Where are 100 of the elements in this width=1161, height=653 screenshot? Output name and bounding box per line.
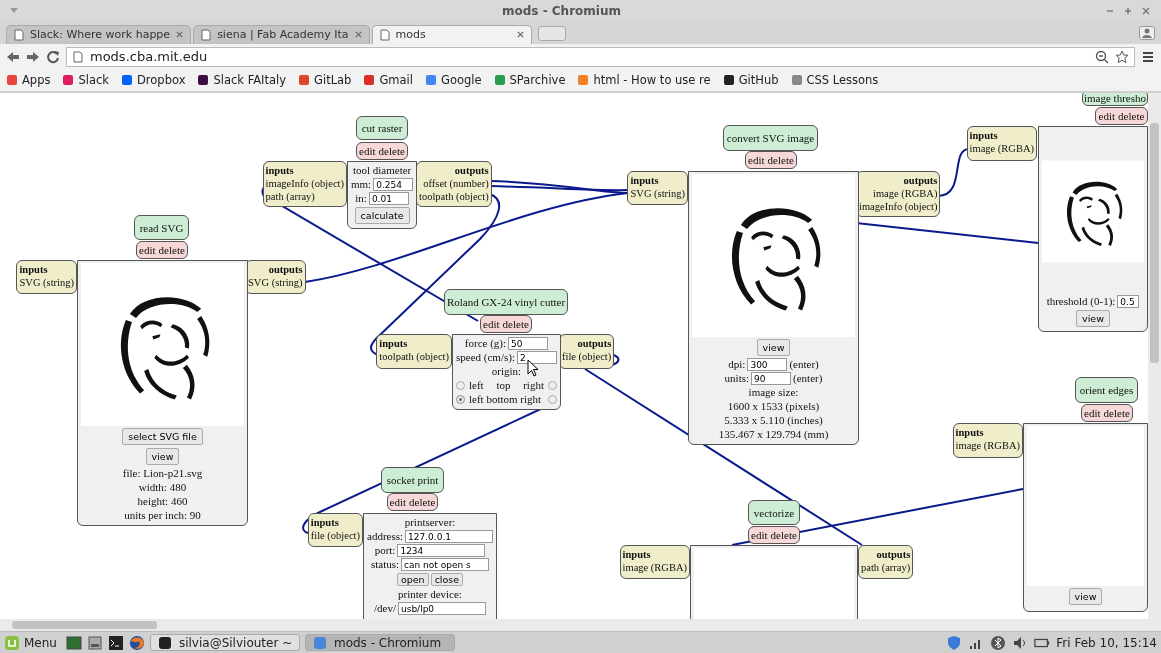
- port-label[interactable]: imageInfo (object): [265, 177, 344, 191]
- close-icon[interactable]: [175, 30, 185, 40]
- input-field[interactable]: 0.5: [1117, 295, 1140, 309]
- input-field[interactable]: can not open s: [401, 558, 490, 572]
- taskbar-button[interactable]: mods - Chromium: [304, 634, 455, 652]
- port-label[interactable]: image (RGBA): [622, 561, 687, 575]
- port-label[interactable]: toolpath (object): [419, 190, 489, 204]
- edit-link[interactable]: edit: [359, 145, 376, 158]
- edit-link[interactable]: edit: [1098, 110, 1116, 123]
- module-button[interactable]: view: [1068, 588, 1103, 606]
- delete-link[interactable]: delete: [158, 244, 185, 257]
- edit-link[interactable]: edit: [483, 318, 500, 331]
- delete-link[interactable]: delete: [502, 318, 529, 331]
- edit-link[interactable]: edit: [751, 529, 768, 542]
- browser-tab[interactable]: siena | Fab Academy Ita: [193, 24, 370, 44]
- terminal-icon[interactable]: [107, 634, 124, 651]
- bookmark[interactable]: Apps: [6, 73, 51, 88]
- bluetooth-icon[interactable]: [990, 634, 1007, 651]
- edit-link[interactable]: edit: [1084, 407, 1101, 420]
- module-button[interactable]: view: [145, 448, 180, 466]
- radio-button[interactable]: [456, 381, 465, 391]
- delete-link[interactable]: delete: [409, 496, 436, 509]
- star-icon[interactable]: [1115, 49, 1129, 64]
- field-label: port:: [374, 544, 396, 558]
- bookmark[interactable]: Gmail: [363, 73, 413, 88]
- address-bar[interactable]: mods.cba.mit.edu: [66, 46, 1135, 67]
- port-label[interactable]: image (RGBA): [969, 142, 1034, 156]
- browser-tab[interactable]: mods: [371, 24, 532, 44]
- scroll-thumb[interactable]: [1150, 123, 1159, 364]
- delete-link[interactable]: delete: [1118, 110, 1145, 123]
- delete-link[interactable]: delete: [770, 529, 797, 542]
- bookmark[interactable]: html - How to use re: [577, 73, 711, 88]
- forward-icon[interactable]: [26, 49, 40, 64]
- desktop-icon[interactable]: [65, 634, 82, 651]
- reload-icon[interactable]: [46, 49, 60, 64]
- bookmark[interactable]: SParchive: [493, 73, 566, 88]
- port-label[interactable]: toolpath (object): [379, 350, 449, 364]
- input-field[interactable]: 0.01: [368, 192, 409, 206]
- input-field[interactable]: 127.0.0.1: [405, 530, 494, 544]
- port-label[interactable]: path (array): [265, 190, 344, 204]
- port-label[interactable]: image (RGBA): [872, 187, 938, 201]
- port-label[interactable]: path (array): [861, 561, 911, 575]
- edit-link[interactable]: edit: [748, 154, 765, 167]
- close-icon[interactable]: [515, 30, 525, 40]
- module-button[interactable]: calculate: [354, 207, 410, 225]
- start-menu-button[interactable]: Menu: [4, 634, 57, 651]
- bookmark[interactable]: GitLab: [298, 73, 352, 88]
- module-button[interactable]: view: [756, 339, 791, 357]
- module-button[interactable]: open: [396, 573, 429, 587]
- maximize-icon[interactable]: [1123, 5, 1133, 16]
- bookmark[interactable]: Dropbox: [121, 73, 186, 88]
- edit-link[interactable]: edit: [389, 496, 407, 509]
- module-button[interactable]: close: [430, 573, 464, 587]
- firefox-icon[interactable]: [128, 634, 145, 651]
- panel-heading: outputs: [903, 174, 938, 188]
- clock[interactable]: Fri Feb 10, 15:14: [1056, 635, 1157, 650]
- input-field[interactable]: 1234: [397, 544, 486, 558]
- input-field[interactable]: 90: [751, 372, 792, 386]
- taskbar-button[interactable]: silvia@Silviouter ~: [149, 634, 300, 652]
- module-button[interactable]: select SVG file: [122, 428, 203, 446]
- delete-link[interactable]: delete: [378, 145, 405, 158]
- delete-link[interactable]: delete: [767, 154, 794, 167]
- back-icon[interactable]: [6, 49, 20, 64]
- panel-heading: inputs: [19, 263, 49, 277]
- profile-icon[interactable]: [1139, 25, 1155, 40]
- port-label[interactable]: SVG (string): [248, 276, 303, 290]
- horizontal-scrollbar[interactable]: [0, 619, 1161, 632]
- menu-icon[interactable]: [1141, 49, 1155, 64]
- port-label[interactable]: file (object): [562, 350, 612, 364]
- bookmark[interactable]: Slack FAItaly: [197, 73, 287, 88]
- port-label[interactable]: imageInfo (object): [859, 200, 938, 214]
- shield-icon[interactable]: [946, 634, 963, 651]
- input-field[interactable]: usb/lp0: [398, 602, 486, 616]
- scroll-thumb[interactable]: [12, 621, 157, 630]
- radio-button[interactable]: [547, 395, 557, 405]
- field-label: mm:: [351, 178, 372, 192]
- browser-tab[interactable]: Slack: Where work happe: [6, 24, 192, 44]
- input-field[interactable]: 50: [508, 337, 549, 351]
- module-button[interactable]: view: [1076, 310, 1110, 328]
- field-label: speed (cm/s):: [456, 351, 515, 365]
- input-field[interactable]: 300: [747, 358, 788, 372]
- close-icon[interactable]: [353, 30, 363, 40]
- port-label[interactable]: SVG (string): [630, 187, 685, 201]
- radio-button[interactable]: [547, 381, 557, 391]
- vertical-scrollbar[interactable]: [1148, 93, 1161, 620]
- bookmark[interactable]: Google: [424, 73, 482, 88]
- input-field[interactable]: 0.254: [373, 178, 414, 192]
- close-icon[interactable]: [1141, 5, 1151, 16]
- zoom-icon[interactable]: [1095, 49, 1109, 64]
- port-label[interactable]: offset (number): [423, 177, 489, 191]
- port-label[interactable]: image (RGBA): [955, 439, 1020, 453]
- edit-link[interactable]: edit: [139, 244, 156, 257]
- port-label[interactable]: file (object): [310, 529, 360, 543]
- bookmark[interactable]: Slack: [62, 73, 109, 88]
- bookmark[interactable]: GitHub: [722, 73, 779, 88]
- port-label[interactable]: SVG (string): [19, 276, 74, 290]
- delete-link[interactable]: delete: [1103, 407, 1130, 420]
- drive-icon[interactable]: [86, 634, 103, 651]
- bookmark[interactable]: CSS Lessons: [790, 73, 879, 88]
- radio-button[interactable]: [456, 395, 465, 405]
